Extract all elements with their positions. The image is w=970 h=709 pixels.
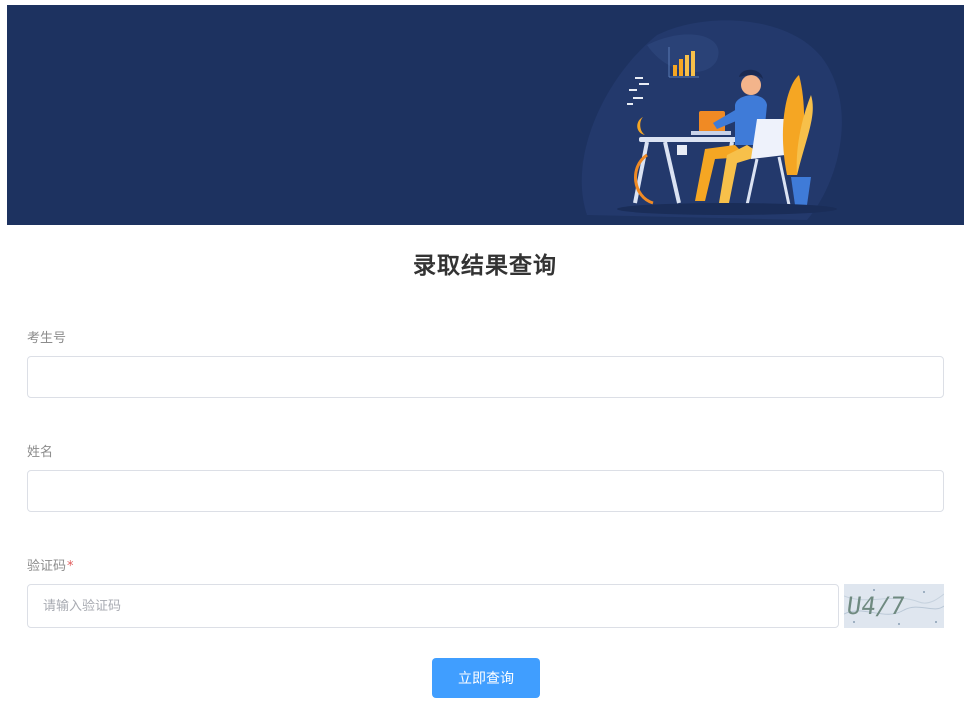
captcha-input[interactable]	[27, 584, 839, 628]
banner-illustration	[581, 20, 842, 220]
captcha-label: 验证码*	[27, 555, 74, 574]
captcha-text: U4/7	[845, 592, 907, 620]
required-mark: *	[67, 559, 74, 574]
captcha-label-text: 验证码	[27, 559, 67, 574]
page-title: 录取结果查询	[413, 253, 557, 279]
header-banner	[7, 5, 964, 225]
exam-number-label: 考生号	[27, 331, 67, 346]
page: 录取结果查询 考生号 姓名 验证码* U4/7 立即查询	[0, 0, 970, 709]
name-input[interactable]	[27, 470, 944, 512]
captcha-image[interactable]: U4/7	[844, 584, 944, 628]
exam-number-input[interactable]	[27, 356, 944, 398]
submit-query-button[interactable]: 立即查询	[432, 658, 540, 698]
name-label: 姓名	[27, 445, 54, 460]
